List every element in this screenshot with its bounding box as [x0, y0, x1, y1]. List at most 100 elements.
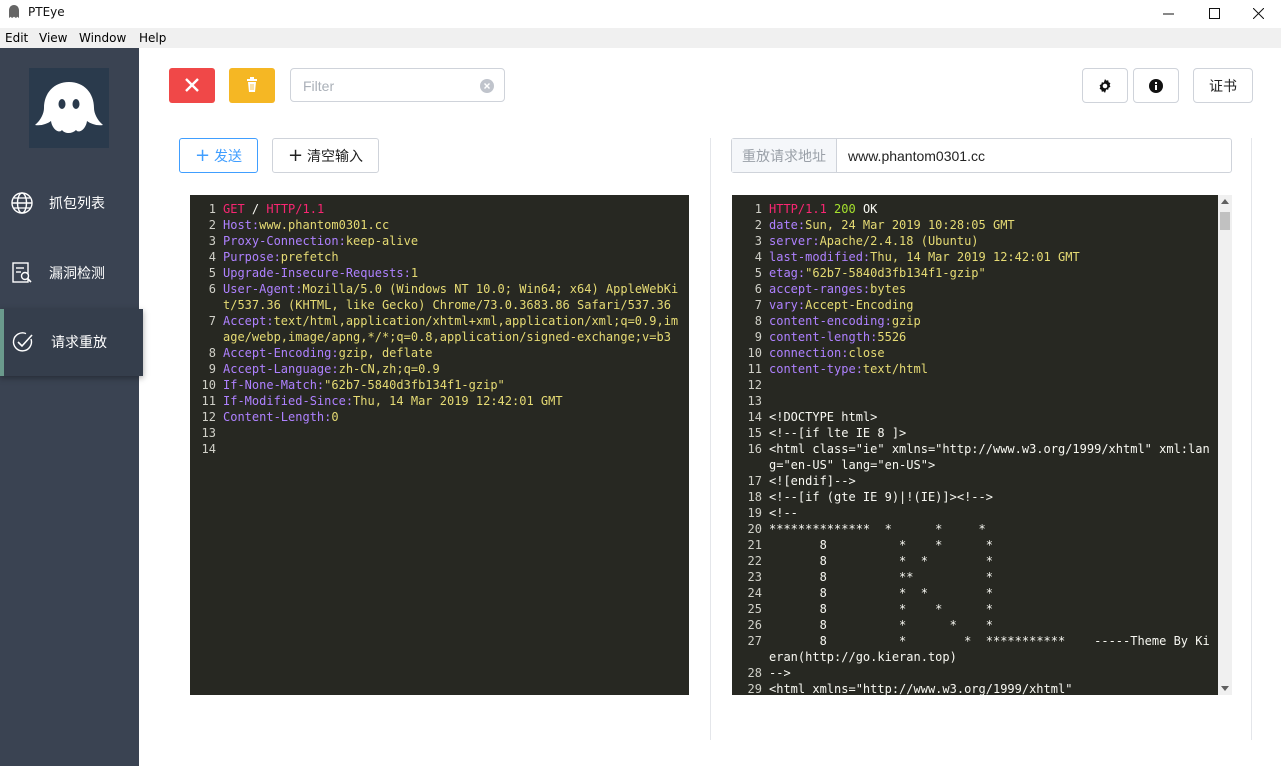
code-token: 8 * * *	[769, 554, 993, 568]
line-text	[769, 377, 1218, 393]
code-token: HTTP/1.1	[769, 202, 827, 216]
line-text: <!DOCTYPE html>	[769, 409, 1218, 425]
response-line: 25 8 * * *	[732, 601, 1218, 617]
line-text: User-Agent:Mozilla/5.0 (Windows NT 10.0;…	[223, 281, 689, 313]
delete-button[interactable]	[229, 68, 275, 103]
sidebar-item-request-replay[interactable]: 请求重放	[0, 309, 143, 376]
line-text: content-type:text/html	[769, 361, 1218, 377]
code-token: <!--[if (gte IE 9)|!(IE)]><!-->	[769, 490, 993, 504]
line-number: 8	[208, 346, 216, 360]
minimize-icon	[1162, 13, 1174, 14]
code-token: 200	[834, 202, 856, 216]
response-line: 16 <html class="ie" xmlns="http://www.w3.…	[732, 441, 1218, 473]
scroll-down-icon[interactable]	[1221, 686, 1229, 691]
line-text: 8 * * *	[769, 585, 1218, 601]
send-button[interactable]: + 发送	[179, 138, 258, 173]
code-token: If-None-Match:	[223, 378, 325, 392]
request-line: 7 Accept:text/html,application/xhtml+xml,…	[190, 313, 689, 345]
response-line: 17 <![endif]-->	[732, 473, 1218, 489]
menu-help[interactable]: Help	[139, 31, 166, 45]
line-text: 8 * * *	[769, 601, 1218, 617]
line-text: Proxy-Connection:keep-alive	[223, 233, 689, 249]
line-number: 12	[747, 378, 762, 392]
code-token: Accept-Encoding:	[223, 346, 339, 360]
line-text: GET / HTTP/1.1	[223, 201, 689, 217]
line-text: Accept-Encoding:gzip, deflate	[223, 345, 689, 361]
line-text	[769, 393, 1218, 409]
response-code: 1 HTTP/1.1 200 OK 2 date:Sun, 24 Mar 2019 1…	[732, 201, 1218, 695]
filter-input[interactable]	[301, 76, 475, 96]
code-token: 5526	[877, 330, 907, 344]
code-token: Accept-Language:	[223, 362, 339, 376]
code-token: 8 * * *	[769, 618, 993, 632]
close-icon	[185, 78, 199, 92]
code-token: connection:	[769, 346, 849, 360]
menu-window[interactable]: Window	[79, 31, 126, 45]
menu-edit[interactable]: Edit	[5, 31, 28, 45]
code-token: keep-alive	[345, 234, 419, 248]
code-token: text/html	[862, 362, 928, 376]
line-text: date:Sun, 24 Mar 2019 10:28:05 GMT	[769, 217, 1218, 233]
line-number: 17	[747, 474, 762, 488]
line-number: 14	[747, 410, 762, 424]
code-token: content-encoding:	[769, 314, 892, 328]
scroll-thumb[interactable]	[1220, 212, 1230, 230]
info-button[interactable]	[1133, 68, 1179, 103]
code-token: gzip, deflate	[338, 346, 433, 360]
request-line: 6 User-Agent:Mozilla/5.0 (Windows NT 10.0…	[190, 281, 689, 313]
line-text: If-None-Match:"62b7-5840d3fb134f1-gzip"	[223, 377, 689, 393]
line-text: HTTP/1.1 200 OK	[769, 201, 1218, 217]
clear-filter-icon[interactable]	[480, 79, 494, 93]
code-token: vary:	[769, 298, 806, 312]
line-number: 1	[754, 202, 762, 216]
response-editor[interactable]: 1 HTTP/1.1 200 OK 2 date:Sun, 24 Mar 2019 1…	[732, 195, 1232, 695]
trash-icon	[247, 77, 257, 92]
request-line: 1 GET / HTTP/1.1	[190, 201, 689, 217]
line-text: accept-ranges:bytes	[769, 281, 1218, 297]
code-token: bytes	[870, 282, 907, 296]
response-line: 27 8 * * *********** -----Theme By Kiera…	[732, 633, 1218, 665]
close-window-button[interactable]	[1235, 0, 1281, 26]
sidebar-item-capture-list[interactable]: 抓包列表	[0, 170, 139, 236]
line-number: 13	[201, 426, 216, 440]
request-line: 14	[190, 441, 689, 457]
replay-address-input[interactable]	[846, 146, 1220, 166]
certificate-button[interactable]: 证书	[1193, 68, 1253, 103]
line-number: 10	[201, 378, 216, 392]
scroll-up-icon[interactable]	[1221, 199, 1229, 204]
line-number: 24	[747, 586, 762, 600]
response-scrollbar[interactable]	[1218, 195, 1232, 695]
response-line: 26 8 * * *	[732, 617, 1218, 633]
line-number: 6	[208, 282, 216, 296]
response-line: 2 date:Sun, 24 Mar 2019 10:28:05 GMT	[732, 217, 1218, 233]
line-text: content-length:5526	[769, 329, 1218, 345]
line-number: 12	[201, 410, 216, 424]
request-line: 5 Upgrade-Insecure-Requests:1	[190, 265, 689, 281]
code-token: 8 * * *	[769, 602, 993, 616]
clear-input-button[interactable]: + 清空输入	[272, 138, 379, 173]
line-number: 13	[747, 394, 762, 408]
line-number: 10	[747, 346, 762, 360]
response-line: 4 last-modified:Thu, 14 Mar 2019 12:42:01…	[732, 249, 1218, 265]
maximize-button[interactable]	[1191, 0, 1237, 26]
minimize-button[interactable]	[1145, 0, 1191, 26]
request-line: 10 If-None-Match:"62b7-5840d3fb134f1-gzip…	[190, 377, 689, 393]
response-line: 18 <!--[if (gte IE 9)|!(IE)]><!-->	[732, 489, 1218, 505]
stop-button[interactable]	[169, 68, 215, 103]
sidebar-item-label: 抓包列表	[49, 196, 105, 212]
code-token: prefetch	[280, 250, 339, 264]
code-token: -->	[769, 666, 791, 680]
line-number: 28	[747, 666, 762, 680]
code-token: text/html,application/xhtml+xml,applicat…	[223, 314, 679, 344]
request-editor[interactable]: 1 GET / HTTP/1.1 2 Host:www.phantom0301.cc 3…	[190, 195, 689, 695]
settings-button[interactable]	[1082, 68, 1128, 103]
code-token: 0	[331, 410, 339, 424]
line-number: 18	[747, 490, 762, 504]
line-text: 8 * * *	[769, 617, 1218, 633]
code-token: <!--	[769, 506, 798, 520]
sidebar-item-vuln-scan[interactable]: 漏洞检测	[0, 240, 139, 306]
menu-view[interactable]: View	[39, 31, 67, 45]
code-token: "62b7-5840d3fb134f1-gzip"	[324, 378, 505, 392]
line-number: 2	[754, 218, 762, 232]
